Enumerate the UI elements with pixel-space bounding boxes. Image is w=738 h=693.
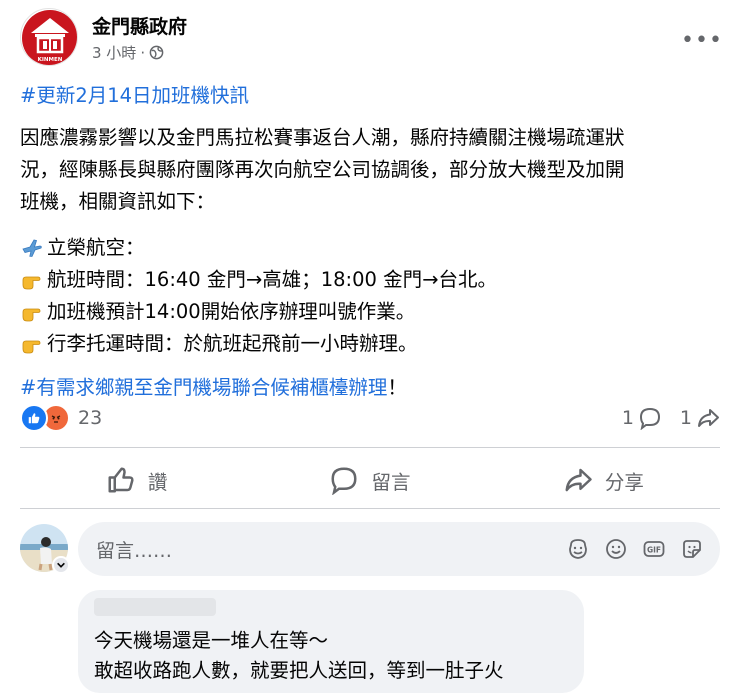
post-time[interactable]: 3 小時 bbox=[92, 42, 136, 63]
globe-icon bbox=[149, 45, 164, 60]
airplane-icon bbox=[22, 239, 42, 257]
comment-line: 今天機場還是一堆人在等～ bbox=[94, 629, 329, 652]
pointing-hand-icon bbox=[22, 340, 41, 354]
bullet-line: 加班機預計14:00開始依序辦理叫號作業。 bbox=[20, 296, 720, 328]
post-paragraph: 因應濃霧影響以及金門馬拉松賽事返台人潮，縣府持續關注機場疏運狀 況，經陳縣長與縣… bbox=[20, 122, 720, 218]
emoji-icon[interactable] bbox=[604, 537, 628, 561]
engagement-counts: 1 1 bbox=[622, 406, 720, 430]
comment-button[interactable]: 留言 bbox=[253, 456, 486, 504]
comment-count-button[interactable]: 1 bbox=[622, 406, 662, 430]
share-button[interactable]: 分享 bbox=[487, 456, 720, 504]
reaction-count[interactable]: 23 bbox=[78, 407, 102, 429]
meta-separator: · bbox=[140, 43, 146, 62]
svg-text:GIF: GIF bbox=[647, 546, 661, 555]
composer-icons: GIF bbox=[566, 537, 704, 561]
bullet-text: 航班時間：16:40 金門→高雄；18:00 金門→台北。 bbox=[47, 268, 497, 291]
reactions-bar: 23 1 1 bbox=[20, 400, 720, 436]
sticker-icon[interactable] bbox=[680, 537, 704, 561]
more-options-button[interactable]: ••• bbox=[681, 22, 723, 58]
bullet-text: 行李托運時間：於航班起飛前一小時辦理。 bbox=[47, 332, 418, 355]
post-body: #更新2月14日加班機快訊 因應濃霧影響以及金門馬拉松賽事返台人潮，縣府持續關注… bbox=[20, 80, 720, 404]
thumbs-up-icon bbox=[108, 467, 134, 493]
body-line: 班機，相關資訊如下： bbox=[20, 190, 216, 213]
comment-bubble: 今天機場還是一堆人在等～ 敢超收路跑人數，就要把人送回，等到一肚子火 bbox=[78, 590, 584, 693]
action-bar: 讚 留言 分享 bbox=[20, 456, 720, 504]
reaction-icons[interactable] bbox=[20, 404, 70, 432]
share-icon bbox=[565, 468, 592, 492]
comment-text: 今天機場還是一堆人在等～ 敢超收路跑人數，就要把人送回，等到一肚子火 bbox=[94, 626, 504, 686]
comment-label: 留言 bbox=[371, 470, 411, 494]
divider bbox=[20, 508, 720, 509]
comment-placeholder: 留言…… bbox=[96, 539, 173, 562]
hashtag-closing-link[interactable]: #有需求鄉親至金門機場聯合候補櫃檯辦理 bbox=[20, 376, 387, 399]
gif-icon[interactable]: GIF bbox=[642, 537, 666, 561]
airline-line: 立榮航空： bbox=[20, 232, 720, 264]
more-icon: ••• bbox=[681, 27, 723, 53]
page-avatar[interactable]: KINMEN bbox=[20, 8, 78, 66]
bullet-line: 航班時間：16:40 金門→高雄；18:00 金門→台北。 bbox=[20, 264, 720, 296]
closing-suffix: ！ bbox=[387, 376, 407, 399]
bullet-text: 加班機預計14:00開始依序辦理叫號作業。 bbox=[47, 300, 416, 323]
comment-bubble-icon bbox=[639, 407, 660, 430]
avatar-sticker-icon[interactable] bbox=[566, 537, 590, 561]
bullet-line: 行李托運時間：於航班起飛前一小時辦理。 bbox=[20, 328, 720, 360]
comment-input[interactable]: 留言…… GIF bbox=[78, 522, 720, 576]
share-arrow-icon bbox=[698, 409, 719, 427]
commenter-name-redacted[interactable] bbox=[94, 598, 216, 616]
svg-text:KINMEN: KINMEN bbox=[38, 57, 63, 63]
comment-composer: 留言…… GIF bbox=[20, 520, 720, 578]
post-meta: 3 小時 · bbox=[92, 42, 164, 63]
flight-info: 立榮航空： 航班時間：16:40 金門→高雄；18:00 金門→台北。 加班機預… bbox=[20, 232, 720, 360]
body-line: 因應濃霧影響以及金門馬拉松賽事返台人潮，縣府持續關注機場疏運狀 bbox=[20, 126, 625, 149]
divider bbox=[20, 447, 720, 448]
share-count-button[interactable]: 1 bbox=[680, 406, 720, 430]
post-header: KINMEN 金門縣政府 3 小時 · ••• bbox=[20, 8, 723, 68]
chevron-down-icon bbox=[57, 562, 65, 568]
comment-line: 敢超收路跑人數，就要把人送回，等到一肚子火 bbox=[94, 659, 504, 682]
pointing-hand-icon bbox=[22, 308, 41, 322]
share-count: 1 bbox=[679, 407, 692, 429]
pointing-hand-icon bbox=[22, 276, 41, 290]
like-label: 讚 bbox=[147, 470, 168, 494]
kinmen-logo-icon: KINMEN bbox=[22, 10, 77, 65]
like-button[interactable]: 讚 bbox=[20, 456, 253, 504]
like-reaction-icon bbox=[20, 404, 48, 432]
page-name-link[interactable]: 金門縣政府 bbox=[92, 12, 187, 39]
comment-count: 1 bbox=[621, 407, 634, 429]
comment-icon bbox=[331, 467, 357, 495]
body-line: 況，經陳縣長與縣府團隊再次向航空公司協調後，部分放大機型及加開 bbox=[20, 158, 625, 181]
hashtag-update-link[interactable]: #更新2月14日加班機快訊 bbox=[20, 80, 720, 112]
airline-name: 立榮航空： bbox=[47, 236, 145, 259]
share-label: 分享 bbox=[604, 470, 644, 494]
profile-switch-button[interactable] bbox=[52, 556, 70, 574]
